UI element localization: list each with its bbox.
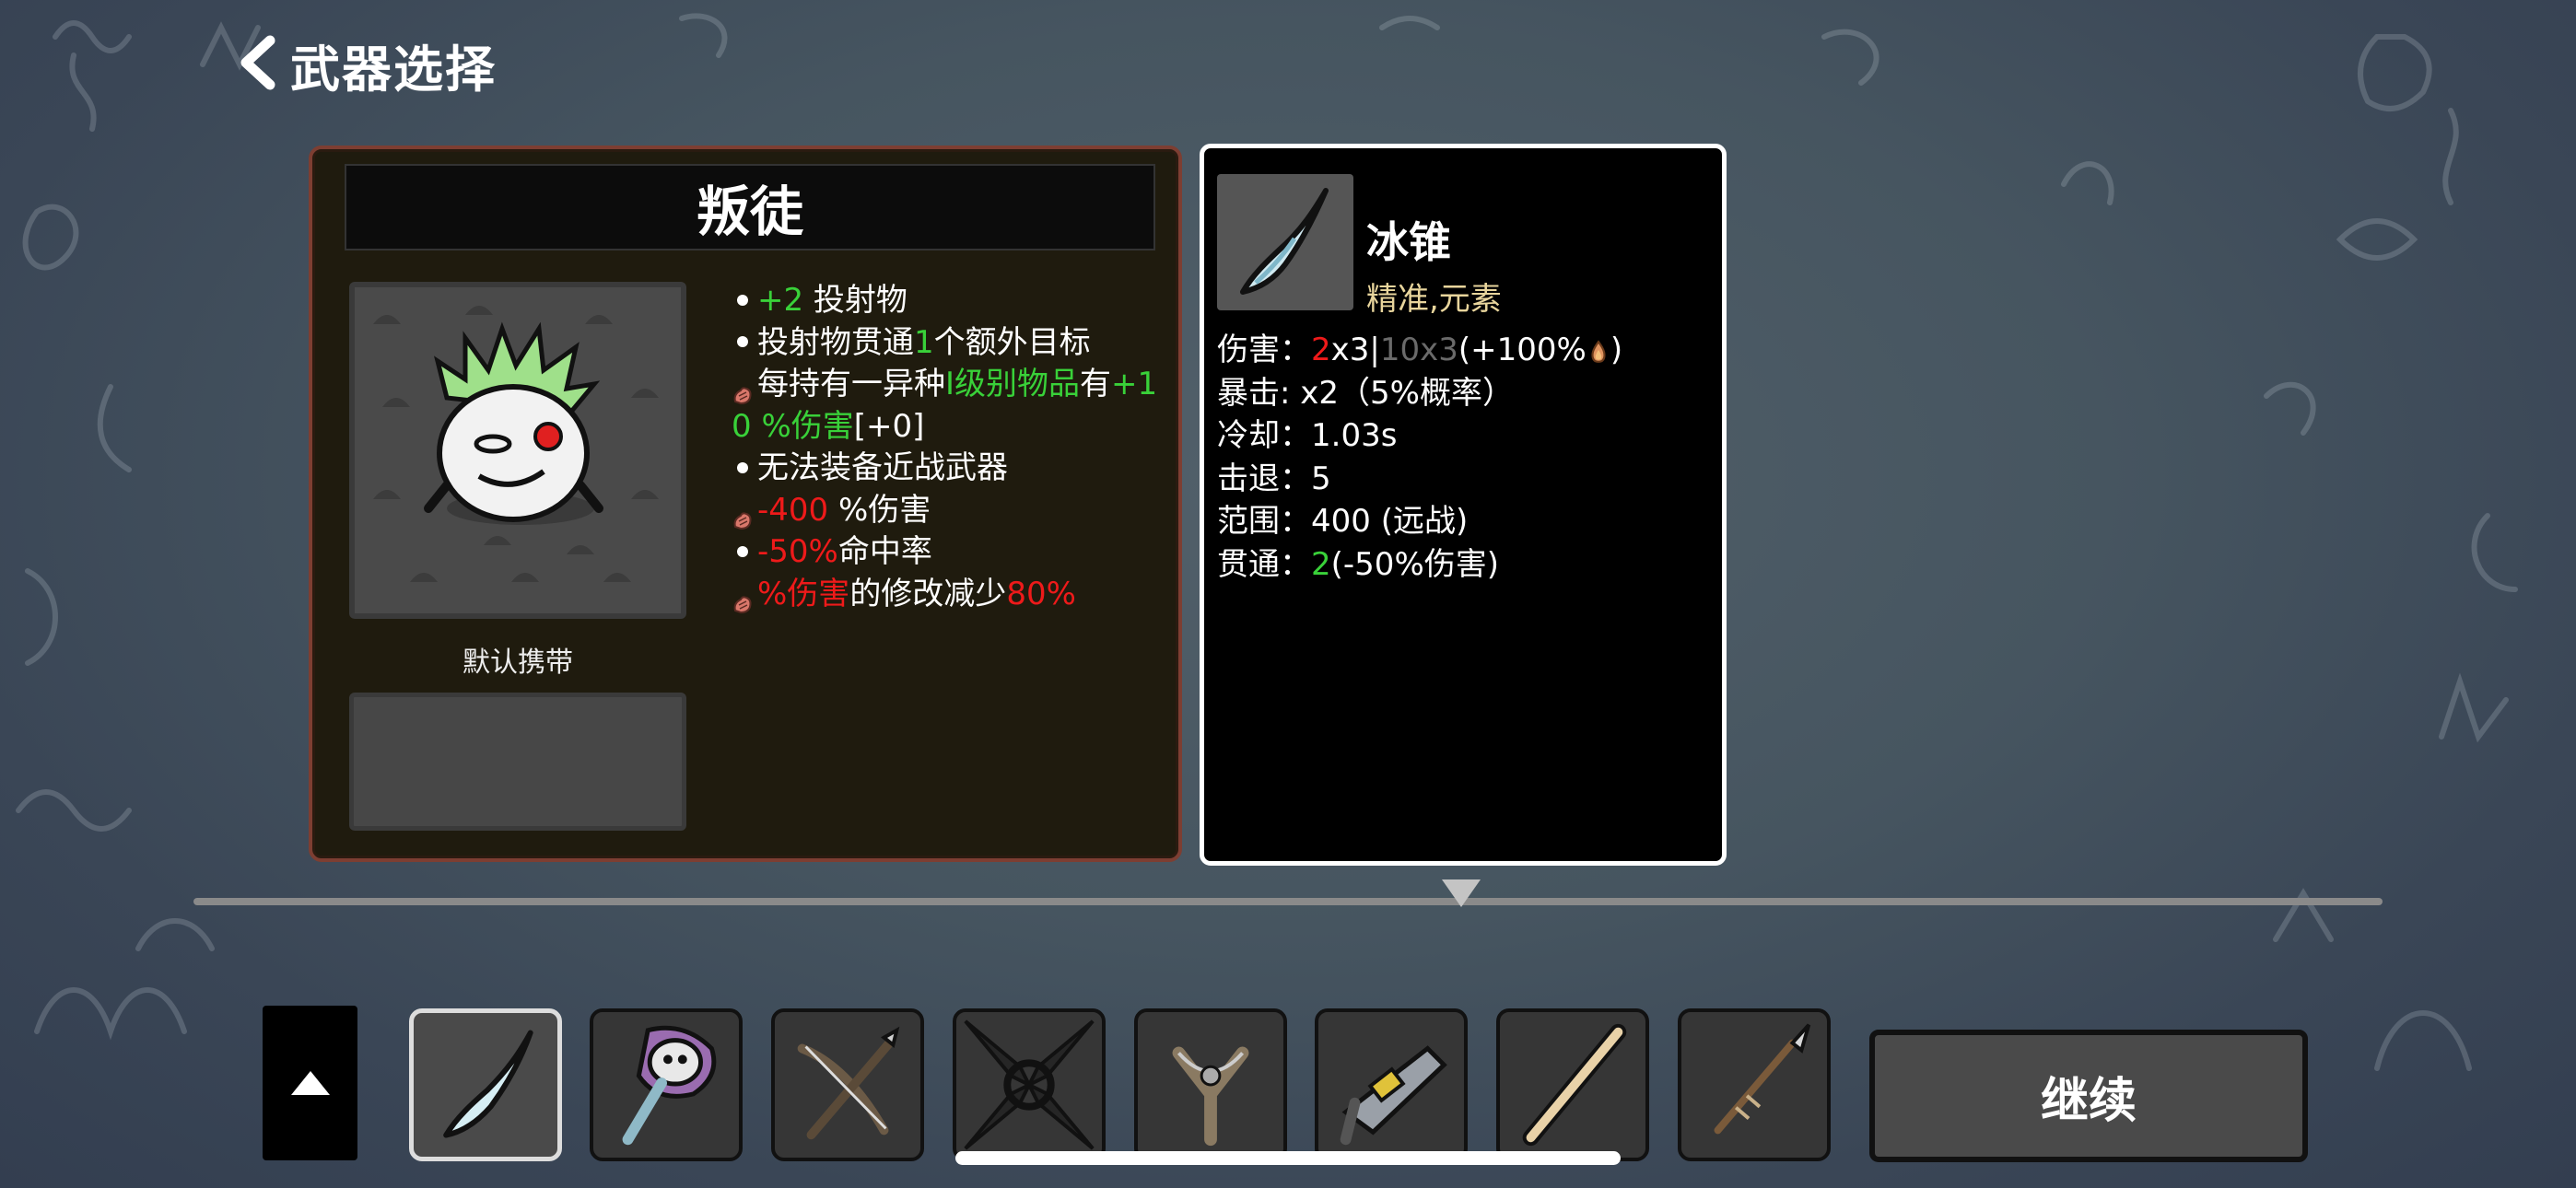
weapon-stat-text: 暴击: x2（5%概率）: [1217, 374, 1514, 412]
weapon-stat-text: x3|: [1330, 332, 1380, 368]
character-sprite: [424, 321, 603, 522]
character-stat-row: 0 %伤害[+0]: [732, 406, 1174, 448]
triangle-down-icon: [1442, 879, 1481, 907]
character-stat-row: -50%命中率: [732, 531, 1174, 574]
weapon-stat-text: 范围：400 (远战): [1217, 503, 1469, 540]
character-stat-text: 命中率: [837, 533, 932, 570]
weapon-info-panel: 冰锥 精准,元素 伤害：2x3|10x3(+100%) 暴击: x2（5%概率）冷…: [1200, 144, 1727, 866]
weapon-slot-crossbow[interactable]: [771, 1008, 924, 1161]
laser-gun-icon: [1340, 1045, 1447, 1146]
character-stat-text: -400: [757, 491, 829, 529]
weapon-stat-row: 贯通：2(-50%伤害): [1217, 543, 1622, 587]
item-bag-icon: [732, 375, 754, 404]
weapon-slot-ice-spike[interactable]: [409, 1008, 562, 1161]
character-stat-text: [+0]: [853, 407, 925, 445]
weapon-stat-text: 击退：5: [1217, 460, 1331, 497]
weapon-stat-row: 冷却：1.03s: [1217, 414, 1622, 458]
chevron-left-icon: [235, 35, 279, 94]
character-stat-text: 个额外目标: [933, 323, 1091, 361]
crossbow-icon: [797, 1026, 900, 1140]
bullet-icon: [737, 336, 748, 347]
back-button[interactable]: 武器选择: [235, 29, 497, 101]
weapon-slot-slingshot[interactable]: [1134, 1008, 1287, 1161]
character-name: 叛徒: [345, 164, 1155, 250]
header: 武器选择: [235, 28, 497, 101]
character-stat-row: 投射物贯通1个额外目标: [732, 322, 1174, 365]
weapon-slot-shuriken[interactable]: [953, 1008, 1106, 1161]
character-stat-row: 无法装备近战武器: [732, 448, 1174, 490]
character-stat-row: %伤害的修改减少80%: [732, 574, 1174, 616]
weapon-stat-row: 伤害：2x3|10x3(+100%): [1217, 329, 1622, 372]
character-stat-text: 的修改减少: [849, 575, 1007, 612]
character-stat-text: 无法装备近战武器: [757, 449, 1008, 486]
weapon-stats: 伤害：2x3|10x3(+100%) 暴击: x2（5%概率） 冷却：1.03s 击退…: [1217, 329, 1622, 586]
character-stat-text: 投射物: [803, 282, 907, 319]
character-stat-text: %伤害: [757, 575, 850, 612]
weapon-stat-text: 10x3: [1379, 332, 1458, 368]
character-stat-text: 有: [1080, 366, 1112, 402]
character-stat-row: +2 投射物: [732, 280, 1174, 322]
triangle-up-icon: [290, 1071, 330, 1095]
character-stat-text: 80%: [1006, 575, 1076, 612]
ice-spike-icon: [443, 1030, 533, 1138]
character-stat-text: 投射物贯通: [757, 323, 914, 361]
page-title: 武器选择: [290, 40, 497, 99]
character-stat-row: -400 %伤害: [732, 490, 1174, 532]
character-stat-text: 0 %伤害: [732, 407, 854, 445]
character-stat-row: 每持有一异种I级别物品有+1: [732, 364, 1174, 406]
weapon-stat-text: ): [1610, 332, 1623, 368]
item-bag-icon: [732, 500, 754, 530]
skull-staff-icon: [622, 1025, 717, 1146]
expand-up-button[interactable]: [263, 1006, 357, 1160]
weapon-stat-row: 范围：400 (远战): [1217, 500, 1622, 543]
weapon-slot-spear[interactable]: [1678, 1008, 1831, 1161]
bullet-icon: [737, 461, 748, 473]
weapon-stat-text: (+100%: [1458, 332, 1587, 368]
character-stat-text: -50%: [757, 533, 838, 570]
weapon-stat-text: 冷却：1.03s: [1217, 417, 1398, 454]
weapon-stat-text: (-50%伤害): [1330, 545, 1500, 583]
character-stat-text: +2: [757, 282, 804, 319]
bullet-icon: [737, 294, 748, 306]
weapon-slot-wooden-stick[interactable]: [1496, 1008, 1649, 1161]
shuriken-icon: [964, 1019, 1095, 1150]
bullet-icon: [737, 545, 748, 557]
weapon-stat-text: 2: [1311, 332, 1331, 368]
continue-button[interactable]: 继续: [1869, 1030, 2308, 1162]
character-panel: 叛徒 默认携带 +2 投射物 投射物贯通1个额外目标 每持有一异种I级别物品有+1 0…: [309, 146, 1182, 862]
spear-icon: [1714, 1023, 1811, 1135]
character-stat-text: I级别物品: [945, 366, 1081, 402]
slingshot-icon: [1172, 1046, 1249, 1147]
weapon-stat-row: 暴击: x2（5%概率）: [1217, 372, 1622, 415]
character-portrait: [349, 282, 686, 619]
item-bag-icon: [732, 584, 754, 614]
weapon-name: 冰锥: [1366, 217, 1451, 267]
weapon-icon: [1217, 174, 1353, 310]
default-item-slot[interactable]: [349, 693, 686, 831]
home-indicator[interactable]: [955, 1151, 1621, 1165]
weapon-stat-row: 击退：5: [1217, 458, 1622, 501]
character-stat-text: 1: [914, 323, 934, 361]
ice-spike-icon: [1240, 188, 1329, 295]
weapon-tags: 精准,元素: [1366, 281, 1502, 318]
weapon-stat-text: 2: [1311, 545, 1331, 583]
weapon-slot-skull-staff[interactable]: [590, 1008, 743, 1161]
weapon-slot-laser-gun[interactable]: [1315, 1008, 1468, 1161]
weapon-stat-text: 贯通：: [1217, 545, 1311, 583]
wooden-stick-icon: [1522, 1023, 1627, 1147]
character-stats: +2 投射物 投射物贯通1个额外目标 每持有一异种I级别物品有+1 0 %伤害[+0]…: [732, 280, 1174, 615]
section-divider: [193, 898, 2383, 905]
character-stat-text: %伤害: [828, 491, 931, 529]
weapon-stat-text: 伤害：: [1217, 332, 1311, 368]
character-stat-text: 每持有一异种: [757, 366, 945, 402]
elemental-fire-icon: [1587, 332, 1610, 368]
character-stat-text: +1: [1111, 366, 1158, 402]
default-carry-label: 默认携带: [463, 646, 573, 679]
